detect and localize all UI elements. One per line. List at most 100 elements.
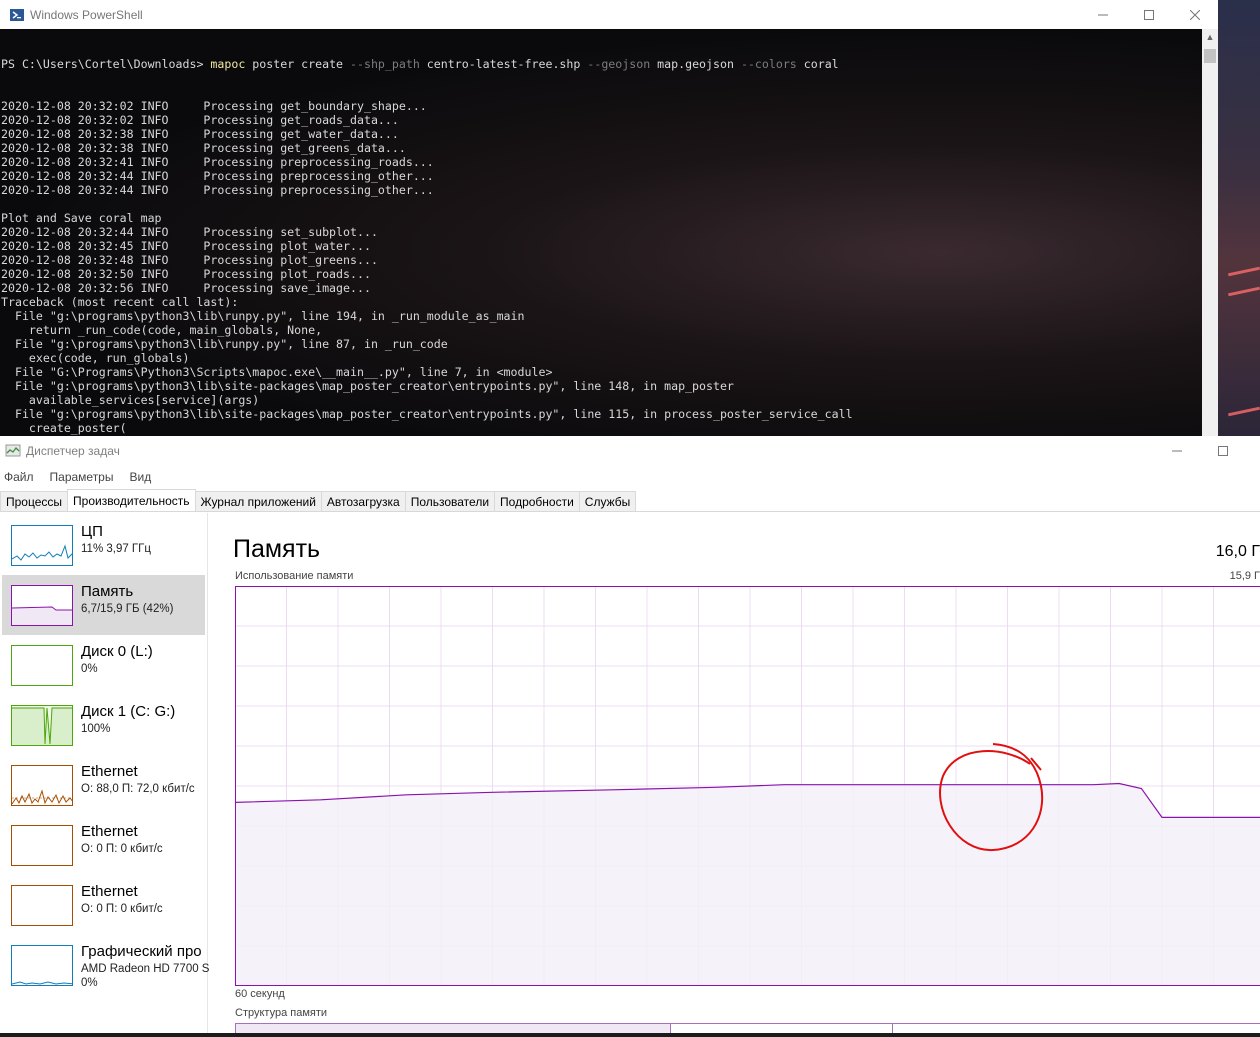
ethernet2-thumbnail	[11, 825, 73, 866]
console-line: available_services[service](args)	[1, 393, 260, 407]
sidebar-item-disk0[interactable]: Диск 0 (L:) 0%	[2, 635, 205, 695]
close-button[interactable]	[1172, 0, 1218, 29]
sidebar-subtitle: О: 0 П: 0 кбит/с	[81, 903, 163, 915]
task-manager-window: Диспетчер задач Файл Параметры Вид Проце…	[0, 436, 1260, 1037]
tab-users[interactable]: Пользователи	[404, 491, 496, 511]
sidebar-title: Графический про	[81, 943, 202, 960]
ethernet3-thumbnail	[11, 885, 73, 926]
sidebar-subtitle: 6,7/15,9 ГБ (42%)	[81, 603, 174, 615]
tab-bar: Процессы Производительность Журнал прило…	[0, 489, 1260, 512]
console-line: 2020-12-08 20:32:44 INFO Processing set_…	[1, 225, 378, 239]
command-args: poster create	[245, 57, 351, 71]
sidebar-item-disk1[interactable]: Диск 1 (C: G:) 100%	[2, 695, 205, 755]
powershell-window: Windows PowerShell PS C:\Users\Cortel\Do…	[0, 0, 1218, 436]
close-icon	[1190, 9, 1200, 20]
maximize-button[interactable]	[1126, 0, 1172, 29]
window-title: Диспетчер задач	[26, 444, 120, 458]
sidebar-item-ethernet-2[interactable]: Ethernet О: 0 П: 0 кбит/с	[2, 815, 205, 875]
console-output[interactable]: PS C:\Users\Cortel\Downloads> mapoc post…	[0, 29, 1202, 436]
console-line: exec(code, run_globals)	[1, 351, 190, 365]
tab-services[interactable]: Службы	[578, 491, 637, 511]
chart-title: Использование памяти	[235, 570, 354, 582]
command-value: coral	[796, 57, 839, 71]
sidebar-title: Память	[81, 583, 134, 600]
tab-performance[interactable]: Производительность	[67, 489, 196, 511]
sidebar-item-cpu[interactable]: ЦП 11% 3,97 ГГц	[2, 515, 205, 575]
sidebar-item-ethernet-1[interactable]: Ethernet О: 88,0 П: 72,0 кбит/с	[2, 755, 205, 815]
console-line: File "g:\programs\python3\lib\site-packa…	[1, 379, 734, 393]
sidebar-title: Диск 1 (C: G:)	[81, 703, 176, 720]
sidebar-item-ethernet-3[interactable]: Ethernet О: 0 П: 0 кбит/с	[2, 875, 205, 935]
chart-max-label: 15,9 Г	[1229, 570, 1260, 582]
minimize-icon	[1098, 14, 1108, 15]
command-value: centro-latest-free.shp	[419, 57, 588, 71]
sidebar-subtitle: 0%	[81, 663, 98, 675]
console-line: return _run_code(code, main_globals, Non…	[1, 323, 323, 337]
memory-usage-chart	[235, 586, 1260, 986]
console-line: Traceback (most recent call last):	[1, 295, 239, 309]
minimize-button[interactable]	[1080, 0, 1126, 29]
sidebar-item-gpu[interactable]: Графический про AMD Radeon HD 7700 S 0%	[2, 935, 209, 995]
console-line: 2020-12-08 20:32:50 INFO Processing plot…	[1, 267, 371, 281]
console-line: 2020-12-08 20:32:48 INFO Processing plot…	[1, 253, 378, 267]
prompt: PS C:\Users\Cortel\Downloads>	[1, 57, 211, 71]
sidebar-item-memory[interactable]: Память 6,7/15,9 ГБ (42%)	[2, 575, 205, 635]
sidebar-subtitle: О: 88,0 П: 72,0 кбит/с	[81, 783, 195, 795]
tab-processes[interactable]: Процессы	[0, 491, 69, 511]
menu-file[interactable]: Файл	[4, 470, 34, 484]
command-flag: --geojson	[587, 57, 651, 71]
minimize-icon	[1172, 450, 1182, 451]
menu-options[interactable]: Параметры	[50, 470, 114, 484]
maximize-icon	[1218, 445, 1228, 456]
console-line: File "g:\programs\python3\lib\runpy.py",…	[1, 309, 525, 323]
desktop-wallpaper	[1218, 0, 1260, 436]
cpu-thumbnail	[11, 525, 73, 566]
console-line: 2020-12-08 20:32:38 INFO Processing get_…	[1, 127, 399, 141]
command-value: map.geojson	[650, 57, 741, 71]
command-flag: --colors	[740, 57, 797, 71]
console-line: 2020-12-08 20:32:38 INFO Processing get_…	[1, 141, 406, 155]
console-line: 2020-12-08 20:32:02 INFO Processing get_…	[1, 113, 399, 127]
maximize-button[interactable]	[1200, 436, 1246, 465]
scroll-thumb[interactable]	[1204, 49, 1216, 63]
command-flag: --shp_path	[350, 57, 420, 71]
minimize-button[interactable]	[1154, 436, 1200, 465]
sidebar-title: Ethernet	[81, 763, 138, 780]
ethernet1-thumbnail	[11, 765, 73, 806]
console-line: 2020-12-08 20:32:41 INFO Processing prep…	[1, 155, 434, 169]
tab-app-history[interactable]: Журнал приложений	[194, 491, 322, 511]
console-line: File "g:\programs\python3\lib\site-packa…	[1, 407, 853, 421]
scroll-up-icon[interactable]: ▲	[1202, 29, 1218, 45]
menu-view[interactable]: Вид	[129, 470, 151, 484]
memory-thumbnail	[11, 585, 73, 626]
sidebar-title: Ethernet	[81, 883, 138, 900]
console-line: File "g:\programs\python3\lib\runpy.py",…	[1, 337, 448, 351]
tab-details[interactable]: Подробности	[494, 491, 580, 511]
task-manager-icon	[5, 444, 21, 457]
powershell-icon	[10, 8, 24, 21]
taskmgr-titlebar: Диспетчер задач	[0, 436, 1260, 466]
tab-startup[interactable]: Автозагрузка	[320, 491, 406, 511]
sidebar-subtitle: О: 0 П: 0 кбит/с	[81, 843, 163, 855]
memory-composition-label: Структура памяти	[235, 1007, 328, 1019]
sidebar-subtitle: 11% 3,97 ГГц	[81, 543, 151, 555]
chart-x-label: 60 секунд	[235, 988, 285, 1000]
command-line: PS C:\Users\Cortel\Downloads> mapoc post…	[1, 57, 853, 71]
console-line: Plot and Save coral map	[1, 211, 162, 225]
gpu-thumbnail	[11, 945, 73, 986]
log-lines: 2020-12-08 20:32:02 INFO Processing get_…	[1, 99, 853, 436]
sidebar-subtitle-2: 0%	[81, 977, 98, 989]
memory-total: 16,0 Г	[1215, 543, 1260, 560]
console-line: create_poster(	[1, 421, 127, 435]
sidebar-subtitle: 100%	[81, 723, 111, 735]
maximize-icon	[1144, 9, 1154, 20]
taskbar-edge	[0, 1033, 1260, 1037]
sidebar-title: ЦП	[81, 523, 103, 540]
sidebar-subtitle: AMD Radeon HD 7700 S	[81, 963, 210, 975]
page-title: Память	[233, 535, 321, 563]
console-line: 2020-12-08 20:32:56 INFO Processing save…	[1, 281, 371, 295]
scrollbar[interactable]: ▲	[1202, 29, 1218, 436]
sidebar-title: Ethernet	[81, 823, 138, 840]
sidebar-title: Диск 0 (L:)	[81, 643, 153, 660]
performance-panel: Память 16,0 Г Использование памяти 15,9 …	[209, 513, 1260, 1037]
